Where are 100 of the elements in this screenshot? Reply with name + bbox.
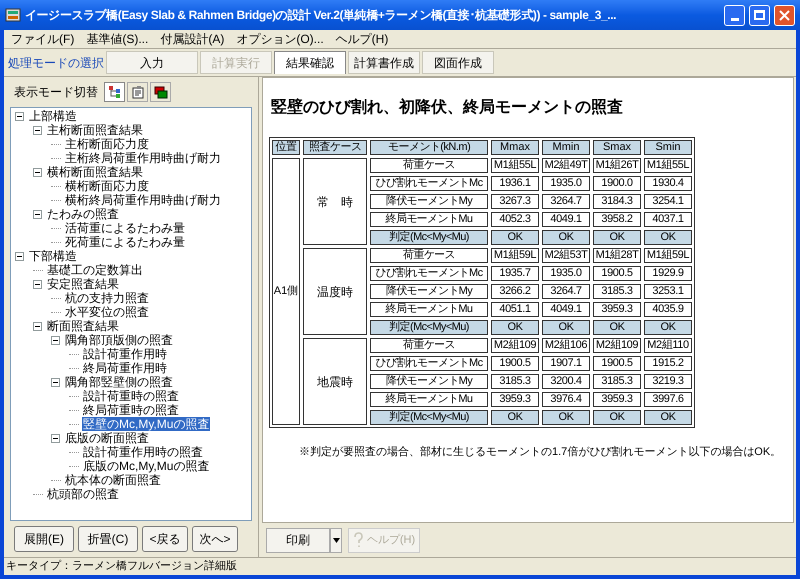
menu-item[interactable]: 付属設計(A) — [155, 30, 230, 48]
table-cell: 1930.4 — [644, 176, 692, 191]
nav-button[interactable]: 展開(E) — [14, 526, 74, 552]
dropdown-button[interactable] — [330, 528, 342, 552]
close-button[interactable] — [774, 4, 795, 26]
collapse-icon[interactable] — [51, 378, 60, 386]
table-cell: ひび割れモーメントMc — [370, 266, 488, 281]
table-cell: M2組49T — [542, 158, 590, 173]
tree-item[interactable]: 主桁断面照査結果 — [46, 123, 144, 137]
table-cell: 1935.0 — [542, 176, 590, 191]
column-header: モーメント(kN.m) — [370, 140, 488, 155]
collapse-icon[interactable] — [33, 280, 42, 288]
tree-item[interactable]: 設計荷重作用時 — [82, 347, 168, 361]
collapse-icon[interactable] — [33, 168, 42, 176]
table-cell: 3266.2 — [491, 284, 539, 299]
table-cell: 3200.4 — [542, 374, 590, 389]
table-cell: 荷重ケース — [370, 158, 488, 173]
print-button[interactable]: 印刷 — [266, 528, 330, 552]
table-cell: OK — [491, 320, 539, 335]
table-cell: ひび割れモーメントMc — [370, 356, 488, 371]
tree-view-icon[interactable] — [104, 82, 125, 102]
table-cell: 3997.6 — [644, 392, 692, 407]
column-header: Mmin — [542, 140, 590, 155]
tree-item[interactable]: 横桁終局荷重作用時曲げ耐力 — [64, 193, 222, 207]
table-cell: 3185.3 — [593, 284, 641, 299]
tree-item[interactable]: 終局荷重時の照査 — [82, 403, 180, 417]
tree-item[interactable]: 底版の断面照査 — [64, 431, 150, 445]
collapse-icon[interactable] — [51, 336, 60, 344]
menu-item[interactable]: ヘルプ(H) — [330, 30, 394, 48]
table-cell: 1915.2 — [644, 356, 692, 371]
collapse-icon[interactable] — [15, 112, 24, 120]
table-cell: 4052.3 — [491, 212, 539, 227]
table-cell: 3219.3 — [644, 374, 692, 389]
mode-tab[interactable]: 入力 — [106, 51, 198, 74]
tree-item[interactable]: 杭の支持力照査 — [64, 291, 150, 305]
collapse-icon[interactable] — [15, 252, 24, 260]
tree-item[interactable]: 下部構造 — [28, 249, 78, 263]
table-cell: 4035.9 — [644, 302, 692, 317]
status-bar: キータイプ：ラーメン橋フルバージョン詳細版 — [4, 557, 796, 575]
menu-item[interactable]: ファイル(F) — [6, 30, 80, 48]
tree-item[interactable]: 断面照査結果 — [46, 319, 120, 333]
tree-item[interactable]: 安定照査結果 — [46, 277, 120, 291]
table-cell: 1900.5 — [593, 356, 641, 371]
table-cell: M2組106 — [542, 338, 590, 353]
column-header: 照査ケース — [303, 140, 367, 155]
nav-button[interactable]: <戻る — [142, 526, 188, 552]
tree-item[interactable]: 主桁断面応力度 — [64, 137, 150, 151]
tree-item[interactable]: 主桁終局荷重作用時曲げ耐力 — [64, 151, 222, 165]
table-cell: OK — [593, 410, 641, 425]
collapse-icon[interactable] — [33, 210, 42, 218]
table-cell: 3185.3 — [593, 374, 641, 389]
maximize-button[interactable] — [749, 4, 770, 26]
table-cell: 地震時 — [303, 338, 367, 425]
collapse-icon[interactable] — [33, 126, 42, 134]
tree-item[interactable]: 底版のMc,My,Muの照査 — [82, 459, 210, 473]
mode-tab[interactable]: 結果確認 — [274, 51, 346, 74]
table-cell: M1組26T — [593, 158, 641, 173]
tree-item[interactable]: 設計荷重時の照査 — [82, 389, 180, 403]
display-mode-label: 表示モード切替 — [14, 84, 98, 101]
tree-item[interactable]: 死荷重によるたわみ量 — [64, 235, 186, 249]
table-cell: 終局モーメントMu — [370, 392, 488, 407]
tree-item[interactable]: 竪壁のMc,My,Muの照査 — [82, 417, 210, 431]
tree-item[interactable]: 終局荷重作用時 — [82, 361, 168, 375]
table-cell: 降伏モーメントMy — [370, 194, 488, 209]
table-cell: OK — [491, 410, 539, 425]
tree-item[interactable]: 横桁断面照査結果 — [46, 165, 144, 179]
mode-label: 処理モードの選択 — [7, 54, 105, 72]
menu-item[interactable]: オプション(O)... — [231, 30, 329, 48]
tree-item[interactable]: 上部構造 — [28, 109, 78, 123]
properties-icon[interactable] — [127, 82, 148, 102]
table-cell: 4051.1 — [491, 302, 539, 317]
tree-item[interactable]: 水平変位の照査 — [64, 305, 150, 319]
windows-icon[interactable] — [150, 82, 171, 102]
tree-item[interactable]: 隅角部竪壁側の照査 — [64, 375, 174, 389]
tree-item[interactable]: 活荷重によるたわみ量 — [64, 221, 186, 235]
mode-tab[interactable]: 計算書作成 — [348, 51, 420, 74]
table-cell: M2組110 — [644, 338, 692, 353]
table-cell: OK — [542, 410, 590, 425]
tree-item[interactable]: 基礎工の定数算出 — [46, 263, 144, 277]
minimize-button[interactable] — [724, 4, 745, 26]
table-cell: 3267.3 — [491, 194, 539, 209]
tree-item[interactable]: 隅角部頂版側の照査 — [64, 333, 174, 347]
tree-item[interactable]: 杭頭部の照査 — [46, 487, 120, 501]
column-header: Mmax — [491, 140, 539, 155]
nav-button[interactable]: 次へ> — [192, 526, 238, 552]
table-cell: 4049.1 — [542, 302, 590, 317]
collapse-icon[interactable] — [51, 434, 60, 442]
table-cell: M2組53T — [542, 248, 590, 263]
tree-item[interactable]: たわみの照査 — [46, 207, 120, 221]
table-cell: A1側 — [272, 158, 300, 425]
menu-item[interactable]: 基準値(S)... — [81, 30, 154, 48]
tree-item[interactable]: 杭本体の断面照査 — [64, 473, 162, 487]
table-cell: M1組59L — [491, 248, 539, 263]
table-cell: M2組109 — [593, 338, 641, 353]
tree-item[interactable]: 横桁断面応力度 — [64, 179, 150, 193]
collapse-icon[interactable] — [33, 322, 42, 330]
mode-tab[interactable]: 図面作成 — [422, 51, 494, 74]
nav-button[interactable]: 折畳(C) — [78, 526, 138, 552]
table-cell: M2組109 — [491, 338, 539, 353]
tree-item[interactable]: 設計荷重作用時の照査 — [82, 445, 204, 459]
